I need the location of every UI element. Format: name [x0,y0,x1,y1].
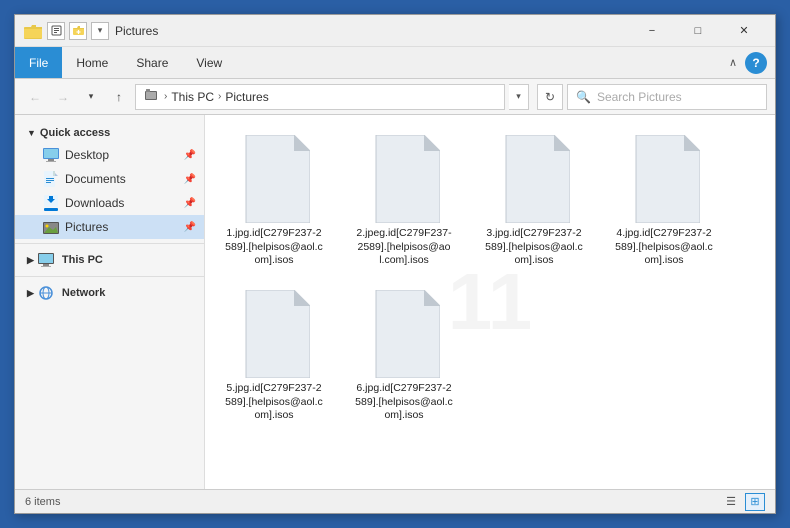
file-icon-3 [628,135,700,223]
file-icon-0 [238,135,310,223]
window-title: Pictures [115,24,629,38]
quick-access-header[interactable]: ▼ Quick access [15,123,204,143]
main-content: ▼ Quick access Desktop 📌 [15,115,775,489]
file-item-2[interactable]: 3.jpg.id[C279F237-2589].[helpisos@aol.co… [479,129,589,274]
sidebar-divider-1 [15,243,204,244]
file-item-3[interactable]: 4.jpg.id[C279F237-2589].[helpisos@aol.co… [609,129,719,274]
files-grid: 1.jpg.id[C279F237-2589].[helpisos@aol.co… [215,125,765,433]
large-icons-view-btn[interactable]: ⊞ [745,493,765,511]
desktop-pin-icon: 📌 [184,150,196,161]
title-bar: ▾ Pictures − □ ✕ [15,15,775,47]
network-header[interactable]: ▶ Network [15,281,204,305]
file-name-3: 4.jpg.id[C279F237-2589].[helpisos@aol.co… [615,227,713,268]
quick-access-label: Quick access [40,127,110,139]
file-icon-2 [498,135,570,223]
this-pc-chevron: ▶ [27,255,34,266]
properties-qs-btn[interactable] [47,22,65,40]
item-count: 6 items [25,496,60,508]
sidebar: ▼ Quick access Desktop 📌 [15,115,205,489]
sidebar-item-documents[interactable]: Documents 📌 [15,167,204,191]
custom-qs-btn[interactable]: ▾ [91,22,109,40]
tab-file[interactable]: File [15,47,62,78]
documents-pin-icon: 📌 [184,174,196,185]
search-box[interactable]: 🔍 Search Pictures [567,84,767,110]
help-button[interactable]: ? [745,52,767,74]
pictures-pin-icon: 📌 [184,222,196,233]
downloads-label: Downloads [65,196,124,210]
file-icon-1 [368,135,440,223]
this-pc-label: This PC [62,254,103,266]
ribbon-right: ∧ ? [725,47,775,78]
documents-label: Documents [65,172,126,186]
file-name-1: 2.jpeg.id[C279F237-2589].[helpisos@aol.c… [355,227,453,268]
path-chevron-1: › [164,91,167,102]
file-icon-5 [368,290,440,378]
downloads-pin-icon: 📌 [184,198,196,209]
sidebar-item-downloads[interactable]: Downloads 📌 [15,191,204,215]
maximize-button[interactable]: □ [675,15,721,47]
quick-access-chevron: ▼ [27,128,36,138]
file-item-4[interactable]: 5.jpg.id[C279F237-2589].[helpisos@aol.co… [219,284,329,429]
pictures-label: Pictures [65,220,108,234]
downloads-icon [43,195,59,211]
path-this-pc[interactable]: This PC [171,90,214,104]
path-pictures[interactable]: Pictures [225,90,268,104]
recent-locations-button[interactable]: ▾ [79,85,103,109]
status-bar: 6 items ☰ ⊞ [15,489,775,513]
quick-access-toolbar: ▾ [47,22,109,40]
minimize-button[interactable]: − [629,15,675,47]
this-pc-header[interactable]: ▶ This PC [15,248,204,272]
desktop-icon [43,147,59,163]
address-dropdown-btn[interactable]: ▾ [509,84,529,110]
file-item-1[interactable]: 2.jpeg.id[C279F237-2589].[helpisos@aol.c… [349,129,459,274]
file-item-0[interactable]: 1.jpg.id[C279F237-2589].[helpisos@aol.co… [219,129,329,274]
window-icon [23,21,43,41]
pictures-icon [43,219,59,235]
search-placeholder: Search Pictures [597,90,682,104]
refresh-button[interactable]: ↻ [537,84,563,110]
address-path[interactable]: › This PC › Pictures [135,84,505,110]
view-controls: ☰ ⊞ [721,493,765,511]
tab-view[interactable]: View [182,47,236,78]
path-chevron-2: › [218,91,221,102]
up-button[interactable]: ↑ [107,85,131,109]
desktop-label: Desktop [65,148,109,162]
ribbon-collapse-btn[interactable]: ∧ [725,54,741,71]
ribbon: File Home Share View ∧ ? [15,47,775,79]
sidebar-divider-2 [15,276,204,277]
file-icon-4 [238,290,310,378]
list-view-btn[interactable]: ☰ [721,493,741,511]
tab-share[interactable]: Share [122,47,182,78]
file-name-4: 5.jpg.id[C279F237-2589].[helpisos@aol.co… [225,382,323,423]
address-bar: ← → ▾ ↑ › This PC › Pictures ▾ ↻ 🔍 Searc… [15,79,775,115]
documents-icon [43,171,59,187]
window-controls: − □ ✕ [629,15,767,47]
network-chevron: ▶ [27,288,34,299]
file-name-5: 6.jpg.id[C279F237-2589].[helpisos@aol.co… [355,382,453,423]
this-pc-icon [38,252,54,268]
sidebar-item-pictures[interactable]: Pictures 📌 [15,215,204,239]
tab-home[interactable]: Home [62,47,122,78]
network-label: Network [62,287,105,299]
file-name-0: 1.jpg.id[C279F237-2589].[helpisos@aol.co… [225,227,323,268]
explorer-window: ▾ Pictures − □ ✕ File Home Share View ∧ … [14,14,776,514]
file-area: 11 1.jpg.id[C279F237-2589].[helpisos@aol… [205,115,775,489]
sidebar-item-desktop[interactable]: Desktop 📌 [15,143,204,167]
back-button[interactable]: ← [23,85,47,109]
file-item-5[interactable]: 6.jpg.id[C279F237-2589].[helpisos@aol.co… [349,284,459,429]
forward-button[interactable]: → [51,85,75,109]
network-icon [38,285,54,301]
file-name-2: 3.jpg.id[C279F237-2589].[helpisos@aol.co… [485,227,583,268]
search-icon: 🔍 [576,90,591,104]
new-folder-qs-btn[interactable] [69,22,87,40]
close-button[interactable]: ✕ [721,15,767,47]
